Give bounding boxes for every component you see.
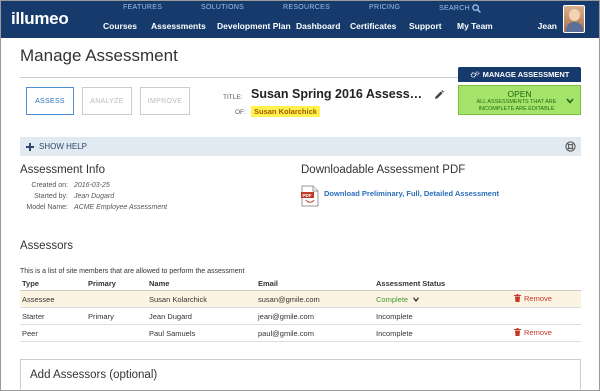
assessors-heading: Assessors [20,240,74,252]
model-name-row: Model Name: ACME Employee Assessment [20,204,220,224]
pdf-heading: Downloadable Assessment PDF [301,164,466,176]
trash-icon [514,294,521,303]
assessor-action-cell [512,307,581,325]
tab-analyze[interactable]: ANALYZE [82,87,132,115]
started-by-row: Started by: Jean Dugard [20,193,220,203]
column-header-actions [512,277,581,291]
created-on-label: Created on: [31,182,68,189]
table-header-row: Type Primary Name Email Assessment Statu… [20,277,581,291]
status-value: OPEN [507,89,532,99]
assessor-primary [86,290,147,308]
assessor-email[interactable]: paul@gmile.com [256,324,374,342]
column-header-email: Email [256,277,374,291]
title-label: TITLE: [223,94,243,101]
assessor-type: Peer [20,324,86,342]
nav-my-team[interactable]: My Team [457,21,493,31]
tab-assess[interactable]: ASSESS [26,87,74,115]
nav-certificates[interactable]: Certificates [350,21,396,31]
top-navigation-bar: illumeo FEATURES SOLUTIONS RESOURCES PRI… [1,1,599,38]
of-label: OF: [235,109,246,116]
model-name-label: Model Name: [26,204,68,211]
plus-icon [26,142,34,151]
user-name[interactable]: Jean [538,21,557,31]
gears-icon [470,70,479,78]
show-help-label: SHOW HELP [39,142,88,151]
nav-dashboard[interactable]: Dashboard [296,21,340,31]
nav-link-resources[interactable]: RESOURCES [283,4,330,11]
nav-link-pricing[interactable]: PRICING [369,4,400,11]
nav-courses[interactable]: Courses [103,21,137,31]
nav-search-label: SEARCH [439,5,470,12]
started-by-label: Started by: [34,193,68,200]
download-pdf-link[interactable]: Download Preliminary, Full, Detailed Ass… [324,189,499,198]
assessor-type: Assessee [20,290,86,308]
assessment-title: Susan Spring 2016 Assess… [251,87,423,101]
tab-improve[interactable]: IMPROVE [140,87,190,115]
started-by-value: Jean Dugard [74,193,115,200]
model-name-value: ACME Employee Assessment [74,204,168,211]
assessor-status: Incomplete [374,324,512,342]
nav-development-plan[interactable]: Development Plan [217,21,291,31]
created-on-value: 2016-03-25 [74,182,110,189]
assessor-action-cell: Remove [512,290,581,308]
pdf-file-icon[interactable]: PDF [301,185,319,207]
trash-icon [514,328,521,337]
assessor-name: Jean Dugard [147,307,256,325]
remove-label: Remove [524,327,552,337]
svg-text:PDF: PDF [303,193,312,198]
nav-link-solutions[interactable]: SOLUTIONS [201,4,244,11]
chevron-down-icon[interactable] [413,296,420,302]
pencil-edit-icon[interactable] [434,90,444,100]
assessor-primary: Primary [86,307,147,325]
assessor-name: Susan Kolarchick [147,290,256,308]
add-assessors-heading: Add Assessors (optional) [30,369,158,381]
assessment-info-heading: Assessment Info [20,164,106,176]
table-row: Assessee Susan Kolarchick susan@gmile.co… [20,290,581,308]
assessors-table: Type Primary Name Email Assessment Statu… [20,277,581,342]
assessor-name: Paul Samuels [147,324,256,342]
chevron-down-icon [566,98,574,104]
user-avatar[interactable] [563,5,585,33]
column-header-primary: Primary [86,277,147,291]
assessors-description: This is a list of site members that are … [20,268,245,275]
remove-button[interactable]: Remove [514,294,552,303]
manage-assessment-label: MANAGE ASSESSMENT [482,70,570,79]
assessor-status: Incomplete [374,307,512,325]
nav-assessments[interactable]: Assessments [151,21,206,31]
manage-assessment-button[interactable]: MANAGE ASSESSMENT [458,67,581,82]
status-dropdown[interactable]: OPEN ALL ASSESSMENTS THAT ARE INCOMPLETE… [458,85,581,115]
nav-link-features[interactable]: FEATURES [123,4,162,11]
table-row: Starter Primary Jean Dugard jean@gmile.c… [20,307,581,325]
assessor-status: Complete [376,294,409,304]
column-header-type: Type [20,277,86,291]
status-description: ALL ASSESSMENTS THAT ARE INCOMPLETE ARE … [476,99,557,112]
assessor-primary [86,324,147,342]
assessor-status-cell: Complete [374,290,512,308]
nav-support[interactable]: Support [409,21,442,31]
assessor-type: Starter [20,307,86,325]
created-on-row: Created on: 2016-03-25 [20,182,220,192]
column-header-name: Name [147,277,256,291]
show-help-bar[interactable]: SHOW HELP [20,137,581,156]
search-icon [472,4,481,13]
page-frame: illumeo FEATURES SOLUTIONS RESOURCES PRI… [0,0,600,391]
remove-button[interactable]: Remove [514,328,552,337]
column-header-status: Assessment Status [374,277,512,291]
assessor-email[interactable]: susan@gmile.com [256,290,374,308]
remove-label: Remove [524,293,552,303]
table-row: Peer Paul Samuels paul@gmile.com Incompl… [20,324,581,342]
lifebuoy-help-icon[interactable] [565,141,576,152]
illumeo-logo[interactable]: illumeo [11,9,69,29]
assessee-name-highlight: Susan Kolarchick [251,106,320,117]
page-title: Manage Assessment [20,46,178,65]
add-assessors-panel: Add Assessors (optional) [20,359,581,390]
nav-search[interactable]: SEARCH [439,4,481,13]
assessor-action-cell: Remove [512,324,581,342]
assessor-email[interactable]: jean@gmile.com [256,307,374,325]
